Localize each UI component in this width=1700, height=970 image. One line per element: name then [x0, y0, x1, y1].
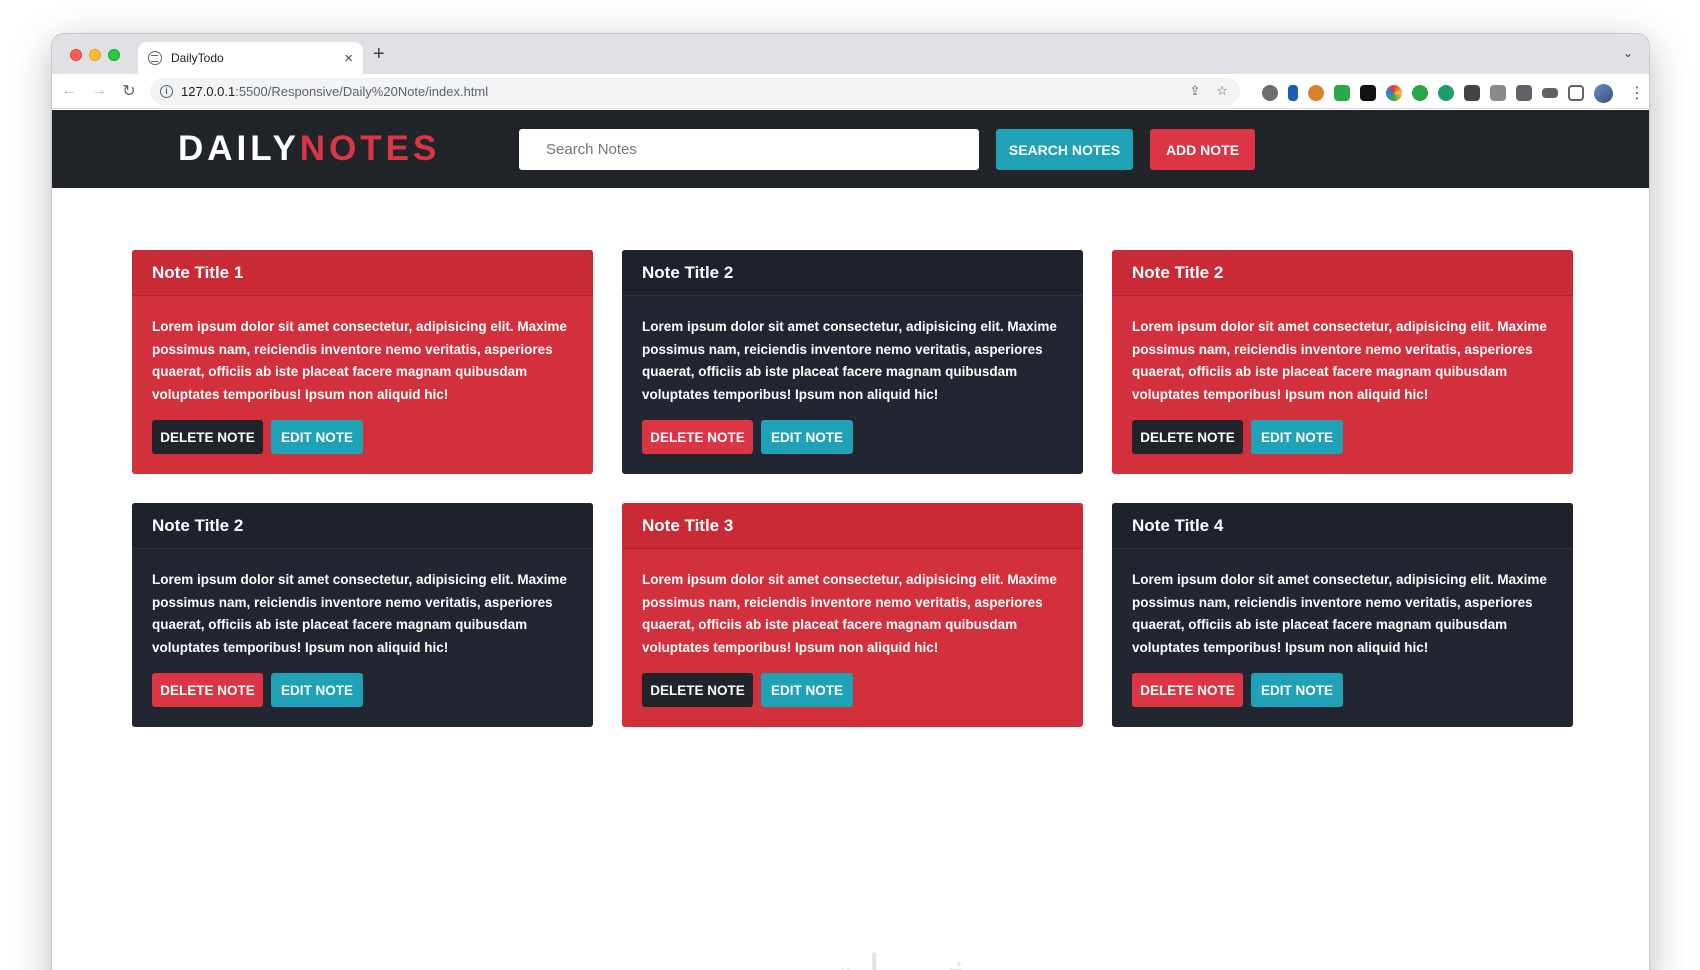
notes-grid: Note Title 1 Lorem ipsum dolor sit amet … — [132, 250, 1573, 727]
note-card-body: Lorem ipsum dolor sit amet consectetur, … — [1112, 296, 1573, 454]
note-card: Note Title 2 Lorem ipsum dolor sit amet … — [622, 250, 1083, 474]
bookmark-star-icon[interactable]: ☆ — [1216, 83, 1228, 99]
url-host: 127.0.0.1 — [181, 84, 236, 99]
delete-note-button[interactable]: DELETE NOTE — [152, 420, 263, 454]
note-text: Lorem ipsum dolor sit amet consectetur, … — [1132, 319, 1547, 402]
delete-note-button[interactable]: DELETE NOTE — [1132, 673, 1243, 707]
delete-note-button[interactable]: DELETE NOTE — [642, 673, 753, 707]
extension-chart-icon[interactable] — [1288, 85, 1298, 101]
tab-close-icon[interactable]: × — [344, 51, 353, 66]
brand-daily: DAILY — [178, 129, 300, 168]
tab-title: DailyTodo — [171, 51, 224, 65]
tab-strip: DailyTodo × + ⌄ — [52, 34, 1649, 74]
note-text: Lorem ipsum dolor sit amet consectetur, … — [152, 319, 567, 402]
note-card-body: Lorem ipsum dolor sit amet consectetur, … — [622, 549, 1083, 707]
note-text: Lorem ipsum dolor sit amet consectetur, … — [1132, 572, 1547, 655]
extension-robot-icon[interactable] — [1438, 85, 1454, 101]
profile-avatar[interactable] — [1594, 83, 1613, 103]
search-notes-button[interactable]: SEARCH NOTES — [996, 129, 1133, 170]
note-title: Note Title 2 — [152, 516, 244, 535]
url-text[interactable]: 127.0.0.1:5500/Responsive/Daily%20Note/i… — [181, 84, 488, 99]
extension-cookie-icon[interactable] — [1308, 85, 1324, 101]
edit-note-button[interactable]: EDIT NOTE — [761, 420, 853, 454]
note-title: Note Title 2 — [1132, 263, 1224, 282]
site-info-icon[interactable]: i — [160, 85, 173, 98]
delete-note-button[interactable]: DELETE NOTE — [642, 420, 753, 454]
note-card: Note Title 1 Lorem ipsum dolor sit amet … — [132, 250, 593, 474]
brand-notes: NOTES — [299, 129, 441, 168]
minimize-window-button[interactable] — [89, 49, 101, 61]
note-card: Note Title 3 Lorem ipsum dolor sit amet … — [622, 503, 1083, 727]
delete-note-button[interactable]: DELETE NOTE — [1132, 420, 1243, 454]
maximize-window-button[interactable] — [108, 49, 120, 61]
extension-grammar-icon[interactable] — [1412, 85, 1428, 101]
edit-note-button[interactable]: EDIT NOTE — [1251, 420, 1343, 454]
search-notes-input[interactable] — [519, 129, 979, 170]
note-text: Lorem ipsum dolor sit amet consectetur, … — [642, 319, 1057, 402]
url-path: :5500/Responsive/Daily%20Note/index.html — [235, 84, 489, 99]
extensions-area: ⋮ — [1262, 83, 1645, 103]
extension-recycle-icon[interactable] — [1262, 85, 1278, 101]
note-text: Lorem ipsum dolor sit amet consectetur, … — [152, 572, 567, 655]
note-card-body: Lorem ipsum dolor sit amet consectetur, … — [622, 296, 1083, 454]
note-text: Lorem ipsum dolor sit amet consectetur, … — [642, 572, 1057, 655]
new-tab-button[interactable]: + — [373, 44, 385, 64]
note-card: Note Title 2 Lorem ipsum dolor sit amet … — [1112, 250, 1573, 474]
reload-button[interactable]: ↻ — [116, 81, 142, 101]
extension-cat-icon[interactable] — [1360, 85, 1376, 101]
note-title: Note Title 2 — [642, 263, 734, 282]
note-card-body: Lorem ipsum dolor sit amet consectetur, … — [1112, 549, 1573, 707]
share-icon[interactable]: ⇪ — [1189, 83, 1200, 99]
note-card-header: Note Title 1 — [132, 250, 593, 296]
extension-shield-icon[interactable] — [1334, 85, 1350, 101]
page-content: DAILYNOTES SEARCH NOTES ADD NOTE Note Ti… — [52, 110, 1649, 970]
note-card-header: Note Title 3 — [622, 503, 1083, 549]
note-card-header: Note Title 2 — [1112, 250, 1573, 296]
note-title: Note Title 4 — [1132, 516, 1224, 535]
edit-note-button[interactable]: EDIT NOTE — [1251, 673, 1343, 707]
note-title: Note Title 1 — [152, 263, 244, 282]
extensions-puzzle-icon[interactable] — [1516, 85, 1532, 101]
edit-note-button[interactable]: EDIT NOTE — [271, 673, 363, 707]
extension-camera-icon[interactable] — [1490, 85, 1506, 101]
note-card-header: Note Title 2 — [622, 250, 1083, 296]
note-card-body: Lorem ipsum dolor sit amet consectetur, … — [132, 549, 593, 707]
note-card-header: Note Title 2 — [132, 503, 593, 549]
address-bar[interactable]: i 127.0.0.1:5500/Responsive/Daily%20Note… — [150, 78, 1240, 105]
watermark-logo: خمسات — [827, 946, 974, 970]
side-panel-icon[interactable] — [1568, 85, 1584, 101]
note-card: Note Title 4 Lorem ipsum dolor sit amet … — [1112, 503, 1573, 727]
browser-window: DailyTodo × + ⌄ ← → ↻ i 127.0.0.1:5500/R… — [52, 34, 1649, 970]
extension-pen-icon[interactable] — [1464, 85, 1480, 101]
app-navbar: DAILYNOTES SEARCH NOTES ADD NOTE — [52, 110, 1649, 188]
delete-note-button[interactable]: DELETE NOTE — [152, 673, 263, 707]
browser-toolbar: ← → ↻ i 127.0.0.1:5500/Responsive/Daily%… — [52, 74, 1649, 109]
note-card: Note Title 2 Lorem ipsum dolor sit amet … — [132, 503, 593, 727]
back-button[interactable]: ← — [56, 82, 82, 100]
edit-note-button[interactable]: EDIT NOTE — [761, 673, 853, 707]
browser-menu-icon[interactable]: ⋮ — [1629, 83, 1645, 103]
note-title: Note Title 3 — [642, 516, 734, 535]
close-window-button[interactable] — [70, 49, 82, 61]
extension-color-icon[interactable] — [1386, 85, 1402, 101]
note-card-body: Lorem ipsum dolor sit amet consectetur, … — [132, 296, 593, 454]
reading-list-icon[interactable] — [1542, 88, 1558, 98]
note-card-header: Note Title 4 — [1112, 503, 1573, 549]
watermark-text: خمسات — [827, 946, 974, 970]
tab-search-icon[interactable]: ⌄ — [1623, 46, 1633, 60]
edit-note-button[interactable]: EDIT NOTE — [271, 420, 363, 454]
forward-button[interactable]: → — [86, 82, 112, 100]
brand-logo[interactable]: DAILYNOTES — [178, 128, 440, 170]
browser-tab[interactable]: DailyTodo × — [138, 42, 363, 74]
globe-icon — [148, 51, 162, 65]
add-note-button[interactable]: ADD NOTE — [1150, 129, 1255, 170]
